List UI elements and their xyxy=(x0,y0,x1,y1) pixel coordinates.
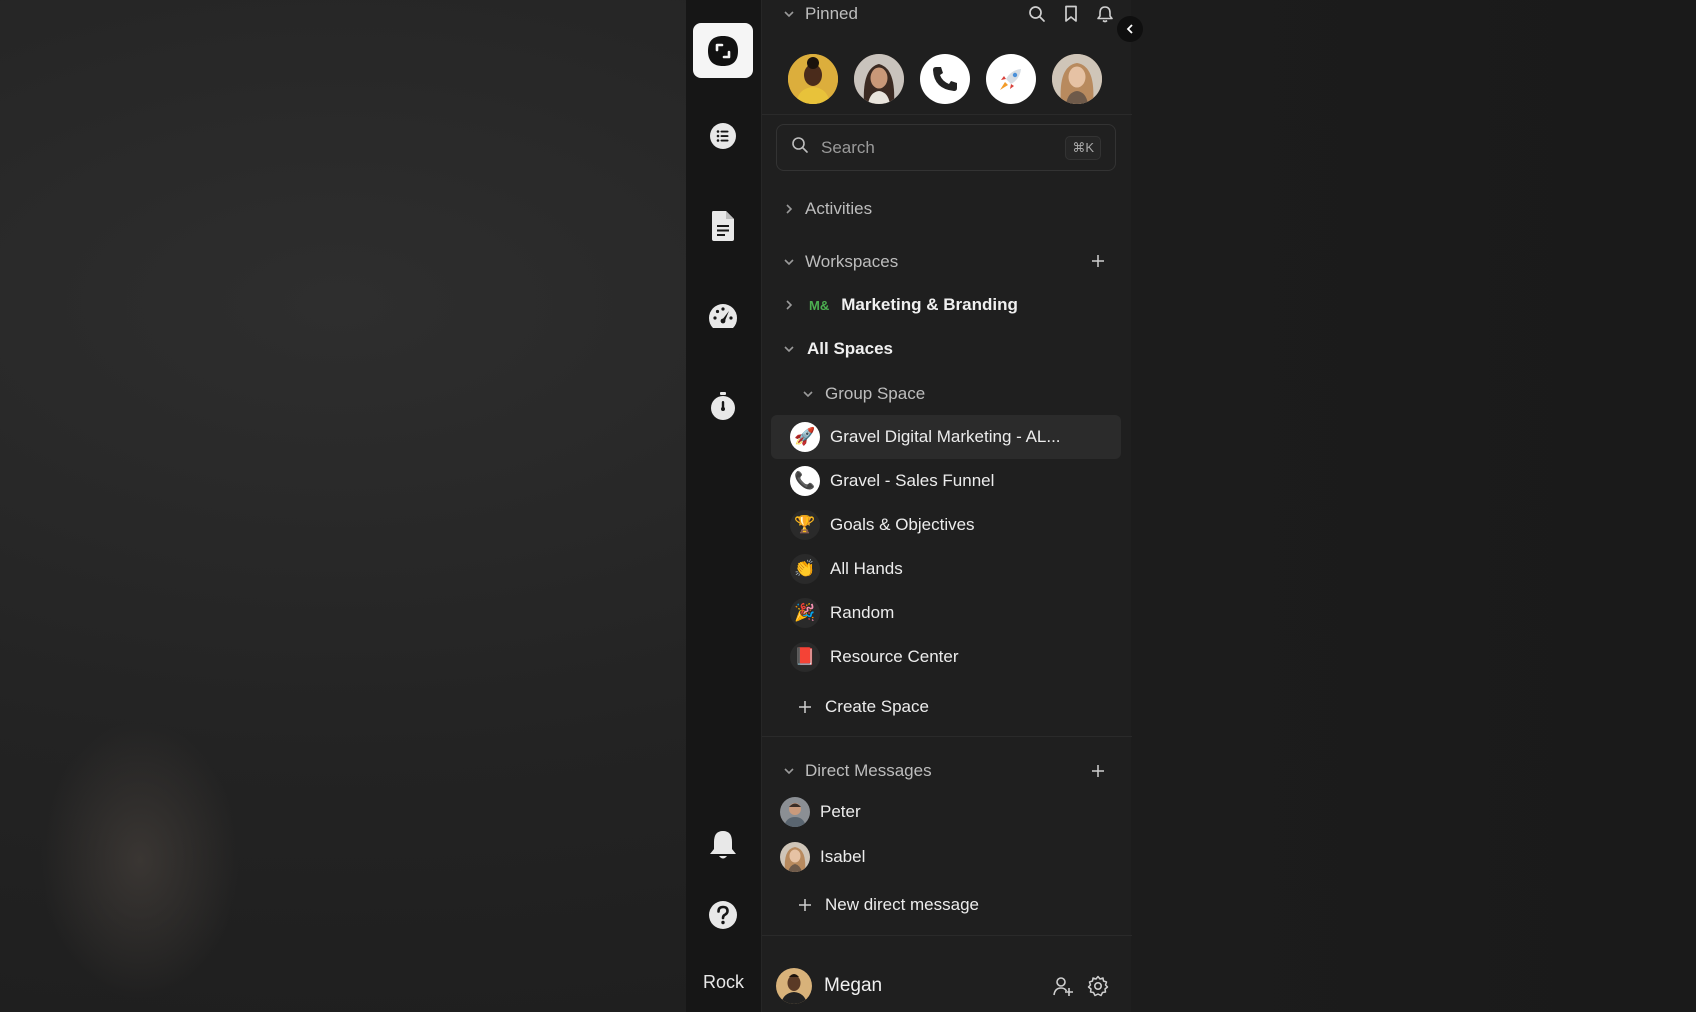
chevron-right-icon xyxy=(782,202,796,216)
help-icon[interactable] xyxy=(707,899,739,931)
add-direct-message-button[interactable] xyxy=(1090,763,1106,779)
chevron-left-icon xyxy=(1126,24,1133,34)
add-workspace-button[interactable] xyxy=(1090,253,1106,269)
space-item[interactable]: 🏆 Goals & Objectives xyxy=(771,503,1121,547)
collapse-sidebar-button[interactable] xyxy=(1117,16,1143,42)
all-spaces-title: All Spaces xyxy=(807,339,893,358)
workspaces-title: Workspaces xyxy=(805,252,899,271)
chevron-down-icon xyxy=(782,7,796,21)
dm-label: Isabel xyxy=(820,847,866,866)
chevron-down-icon xyxy=(782,764,796,778)
divider xyxy=(762,114,1132,115)
pinned-avatars xyxy=(788,54,1102,104)
avatar xyxy=(780,842,810,872)
group-space-title: Group Space xyxy=(825,384,926,403)
dm-item-isabel[interactable]: Isabel xyxy=(762,842,1132,872)
new-direct-message-label: New direct message xyxy=(825,895,980,914)
workspace-label: Rock xyxy=(702,972,744,992)
plus-icon xyxy=(797,699,813,715)
gear-icon[interactable] xyxy=(1087,975,1109,1002)
direct-messages-header[interactable]: Direct Messages xyxy=(762,758,1132,784)
workspace-item-marketing[interactable]: M& Marketing & Branding xyxy=(762,292,1132,318)
divider xyxy=(762,736,1132,737)
timer-icon[interactable] xyxy=(707,390,739,422)
app-rail: Rock xyxy=(686,0,761,1012)
pinned-avatar-person-1[interactable] xyxy=(788,54,838,104)
pinned-title: Pinned xyxy=(805,4,858,23)
bookmark-icon[interactable] xyxy=(1061,4,1081,24)
notification-bell-icon[interactable] xyxy=(1095,4,1115,24)
space-item[interactable]: 🎉 Random xyxy=(771,591,1121,635)
workspaces-header[interactable]: Workspaces xyxy=(762,249,1132,275)
space-item[interactable]: 🚀 Gravel Digital Marketing - AL... xyxy=(771,415,1121,459)
workspace-badge: M& xyxy=(809,297,830,313)
search-icon xyxy=(791,136,809,159)
space-label: Gravel Digital Marketing - AL... xyxy=(830,427,1061,446)
dm-label: Peter xyxy=(820,802,861,821)
create-space-label: Create Space xyxy=(825,697,929,716)
search-icon[interactable] xyxy=(1027,4,1047,24)
chevron-down-icon xyxy=(782,255,796,269)
pinned-avatar-person-3[interactable] xyxy=(1052,54,1102,104)
chevron-down-icon xyxy=(801,387,815,401)
search-shortcut-badge: ⌘K xyxy=(1065,135,1101,160)
new-direct-message-button[interactable]: New direct message xyxy=(762,892,1132,918)
pinned-avatar-person-2[interactable] xyxy=(854,54,904,104)
rocket-icon: 🚀 xyxy=(790,422,820,452)
space-label: All Hands xyxy=(830,559,903,578)
space-label: Resource Center xyxy=(830,647,959,666)
workspace-label: Marketing & Branding xyxy=(841,295,1018,314)
user-avatar[interactable] xyxy=(776,968,812,1004)
book-icon: 📕 xyxy=(790,642,820,672)
direct-messages-title: Direct Messages xyxy=(805,761,932,780)
bell-icon[interactable] xyxy=(707,829,739,861)
space-item[interactable]: 📕 Resource Center xyxy=(771,635,1121,679)
space-item[interactable]: 📞 Gravel - Sales Funnel xyxy=(771,459,1121,503)
search-box[interactable]: ⌘K xyxy=(776,124,1116,171)
add-user-icon[interactable] xyxy=(1052,975,1074,1002)
create-space-button[interactable]: Create Space xyxy=(762,694,1132,720)
sidebar-panel: Pinned ⌘ xyxy=(761,0,1132,1012)
dashboard-gauge-icon[interactable] xyxy=(707,300,739,332)
space-label: Random xyxy=(830,603,895,622)
space-label: Goals & Objectives xyxy=(830,515,975,534)
logo-icon xyxy=(708,35,738,66)
all-spaces-header[interactable]: All Spaces xyxy=(762,336,1132,362)
document-icon[interactable] xyxy=(707,210,739,242)
app-logo-button[interactable] xyxy=(693,23,753,78)
chevron-right-icon xyxy=(782,298,796,312)
search-input[interactable] xyxy=(821,137,1066,158)
activities-header[interactable]: Activities xyxy=(762,196,1132,222)
phone-icon: 📞 xyxy=(790,466,820,496)
clapping-hands-icon: 👏 xyxy=(790,554,820,584)
user-footer: Megan xyxy=(762,960,1132,1012)
dm-item-peter[interactable]: Peter xyxy=(762,797,1132,827)
plus-icon xyxy=(797,897,813,913)
trophy-icon: 🏆 xyxy=(790,510,820,540)
space-label: Gravel - Sales Funnel xyxy=(830,471,995,490)
avatar xyxy=(780,797,810,827)
user-name: Megan xyxy=(824,975,883,996)
pinned-avatar-rocket[interactable] xyxy=(986,54,1036,104)
space-item[interactable]: 👏 All Hands xyxy=(771,547,1121,591)
background-right xyxy=(1130,0,1696,1012)
activities-title: Activities xyxy=(805,199,873,218)
background-blur xyxy=(40,720,240,1000)
list-icon[interactable] xyxy=(707,120,739,152)
chevron-down-icon xyxy=(782,342,796,356)
pinned-avatar-phone[interactable] xyxy=(920,54,970,104)
group-space-header[interactable]: Group Space xyxy=(762,381,1132,407)
divider xyxy=(762,935,1132,936)
party-popper-icon: 🎉 xyxy=(790,598,820,628)
